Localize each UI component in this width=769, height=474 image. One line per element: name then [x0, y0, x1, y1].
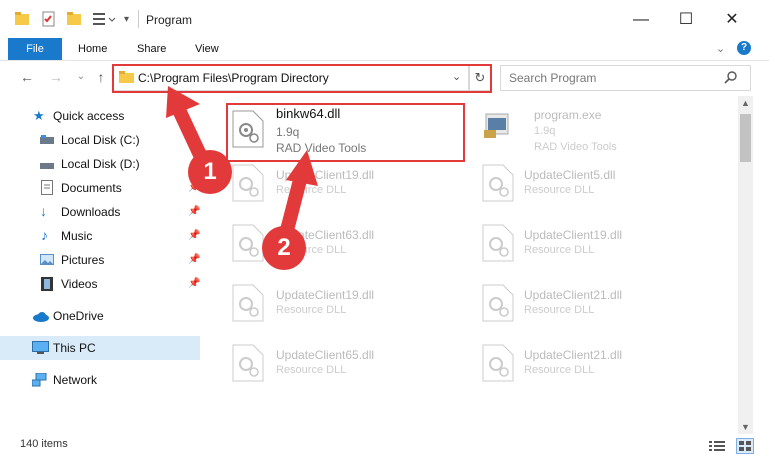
large-icons-view-icon[interactable]	[736, 438, 754, 454]
status-item-count: 140 items	[20, 438, 68, 450]
annotation-badge-2: 2	[262, 226, 306, 270]
details-view-icon[interactable]	[709, 440, 725, 455]
annotation-badge-1: 1	[188, 150, 232, 194]
annotation-arrows	[166, 86, 318, 245]
